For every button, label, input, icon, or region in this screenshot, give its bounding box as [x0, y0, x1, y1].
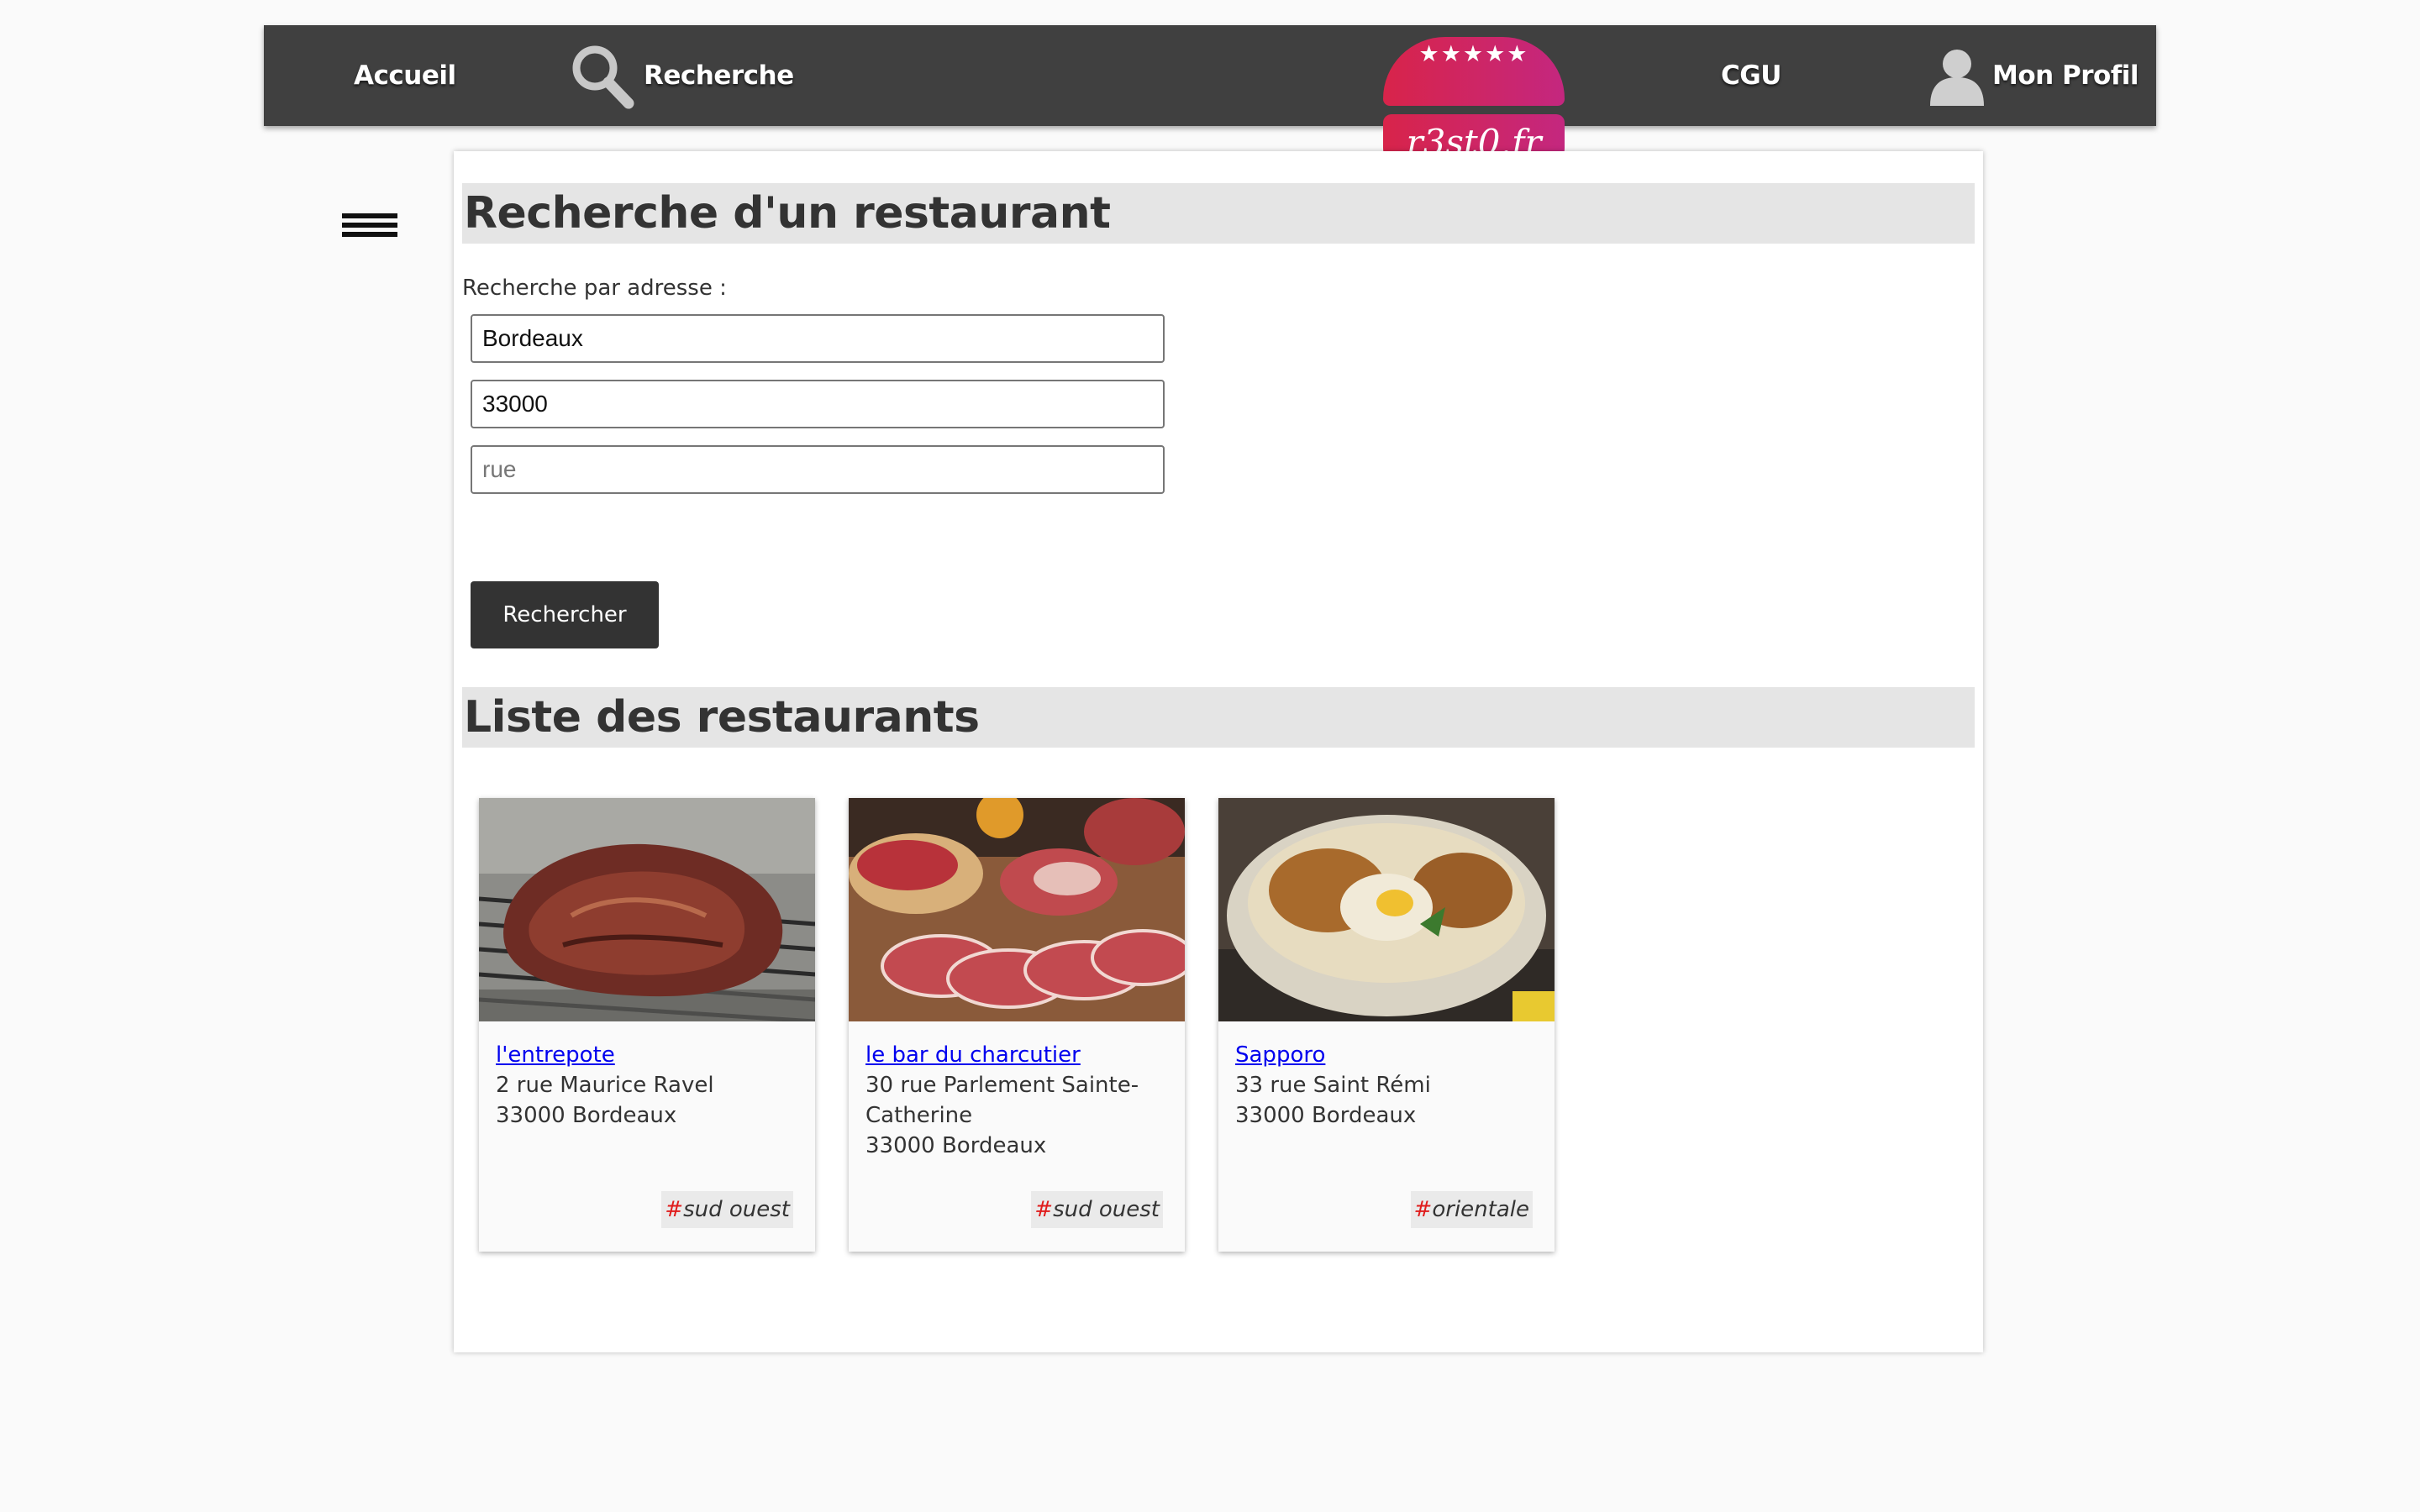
nav-profil-label: Mon Profil	[1992, 60, 2139, 91]
restaurant-street-cont: Catherine	[865, 1103, 973, 1128]
burger-line	[342, 232, 397, 237]
search-section-title: Recherche d'un restaurant	[462, 183, 1975, 244]
restaurant-city: 33000 Bordeaux	[496, 1103, 677, 1128]
logo-stars: ★★★★★	[1418, 41, 1529, 67]
burger-line	[342, 213, 397, 218]
nav-accueil-link[interactable]: Accueil	[354, 25, 456, 126]
hamburger-menu-icon[interactable]	[342, 213, 397, 242]
nav-accueil-label: Accueil	[354, 60, 456, 91]
nav-profil-link[interactable]: Mon Profil	[1927, 25, 2139, 126]
user-icon	[1930, 50, 1984, 106]
restaurant-street: 2 rue Maurice Ravel	[496, 1073, 714, 1098]
tag-hash: #	[1034, 1197, 1054, 1222]
rechercher-button[interactable]: Rechercher	[471, 581, 659, 648]
top-navbar: Accueil Recherche CGU Mon Profil ★★★★★ r…	[264, 25, 2156, 173]
postal-code-input[interactable]	[471, 380, 1165, 428]
restaurant-city: 33000 Bordeaux	[1235, 1103, 1417, 1128]
tag-label: sud ouest	[1053, 1197, 1160, 1222]
restaurant-name-link[interactable]: le bar du charcutier	[865, 1040, 1168, 1070]
burger-line	[342, 223, 397, 228]
restaurant-info: Sapporo 33 rue Saint Rémi 33000 Bordeaux	[1235, 1040, 1538, 1131]
tag-hash: #	[665, 1197, 684, 1222]
tag-hash: #	[1413, 1197, 1433, 1222]
restaurant-photo-charcuterie[interactable]	[849, 798, 1185, 1021]
restaurant-name-link[interactable]: Sapporo	[1235, 1040, 1538, 1070]
nav-cgu-link[interactable]: CGU	[1721, 25, 1781, 126]
search-icon	[572, 45, 634, 109]
restaurant-street: 33 rue Saint Rémi	[1235, 1073, 1431, 1098]
restaurant-tag[interactable]: #orientale	[1410, 1191, 1533, 1228]
address-search-label: Recherche par adresse :	[462, 276, 727, 301]
restaurant-city: 33000 Bordeaux	[865, 1133, 1047, 1158]
restaurant-tag[interactable]: #sud ouest	[1031, 1191, 1163, 1228]
tag-label: sud ouest	[683, 1197, 790, 1222]
nav-recherche-link[interactable]: Recherche	[568, 25, 794, 126]
restaurant-name-link[interactable]: l'entrepote	[496, 1040, 798, 1070]
restaurant-list-title: Liste des restaurants	[462, 687, 1975, 748]
restaurant-tag[interactable]: #sud ouest	[661, 1191, 793, 1228]
nav-cgu-label: CGU	[1721, 60, 1781, 91]
nav-recherche-label: Recherche	[644, 60, 794, 91]
restaurant-photo-grilled-meat[interactable]	[479, 798, 815, 1021]
restaurant-card: l'entrepote 2 rue Maurice Ravel 33000 Bo…	[479, 798, 815, 1252]
tag-label: orientale	[1432, 1197, 1529, 1222]
restaurant-card: Sapporo 33 rue Saint Rémi 33000 Bordeaux…	[1218, 798, 1555, 1252]
city-input[interactable]	[471, 314, 1165, 363]
restaurant-card: le bar du charcutier 30 rue Parlement Sa…	[849, 798, 1185, 1252]
restaurant-info: le bar du charcutier 30 rue Parlement Sa…	[865, 1040, 1168, 1161]
restaurant-street: 30 rue Parlement Sainte-	[865, 1073, 1139, 1098]
restaurant-info: l'entrepote 2 rue Maurice Ravel 33000 Bo…	[496, 1040, 798, 1131]
main-panel: Recherche d'un restaurant Recherche par …	[454, 151, 1983, 1352]
restaurant-photo-ramen-bowl[interactable]	[1218, 798, 1555, 1021]
street-input[interactable]	[471, 445, 1165, 494]
